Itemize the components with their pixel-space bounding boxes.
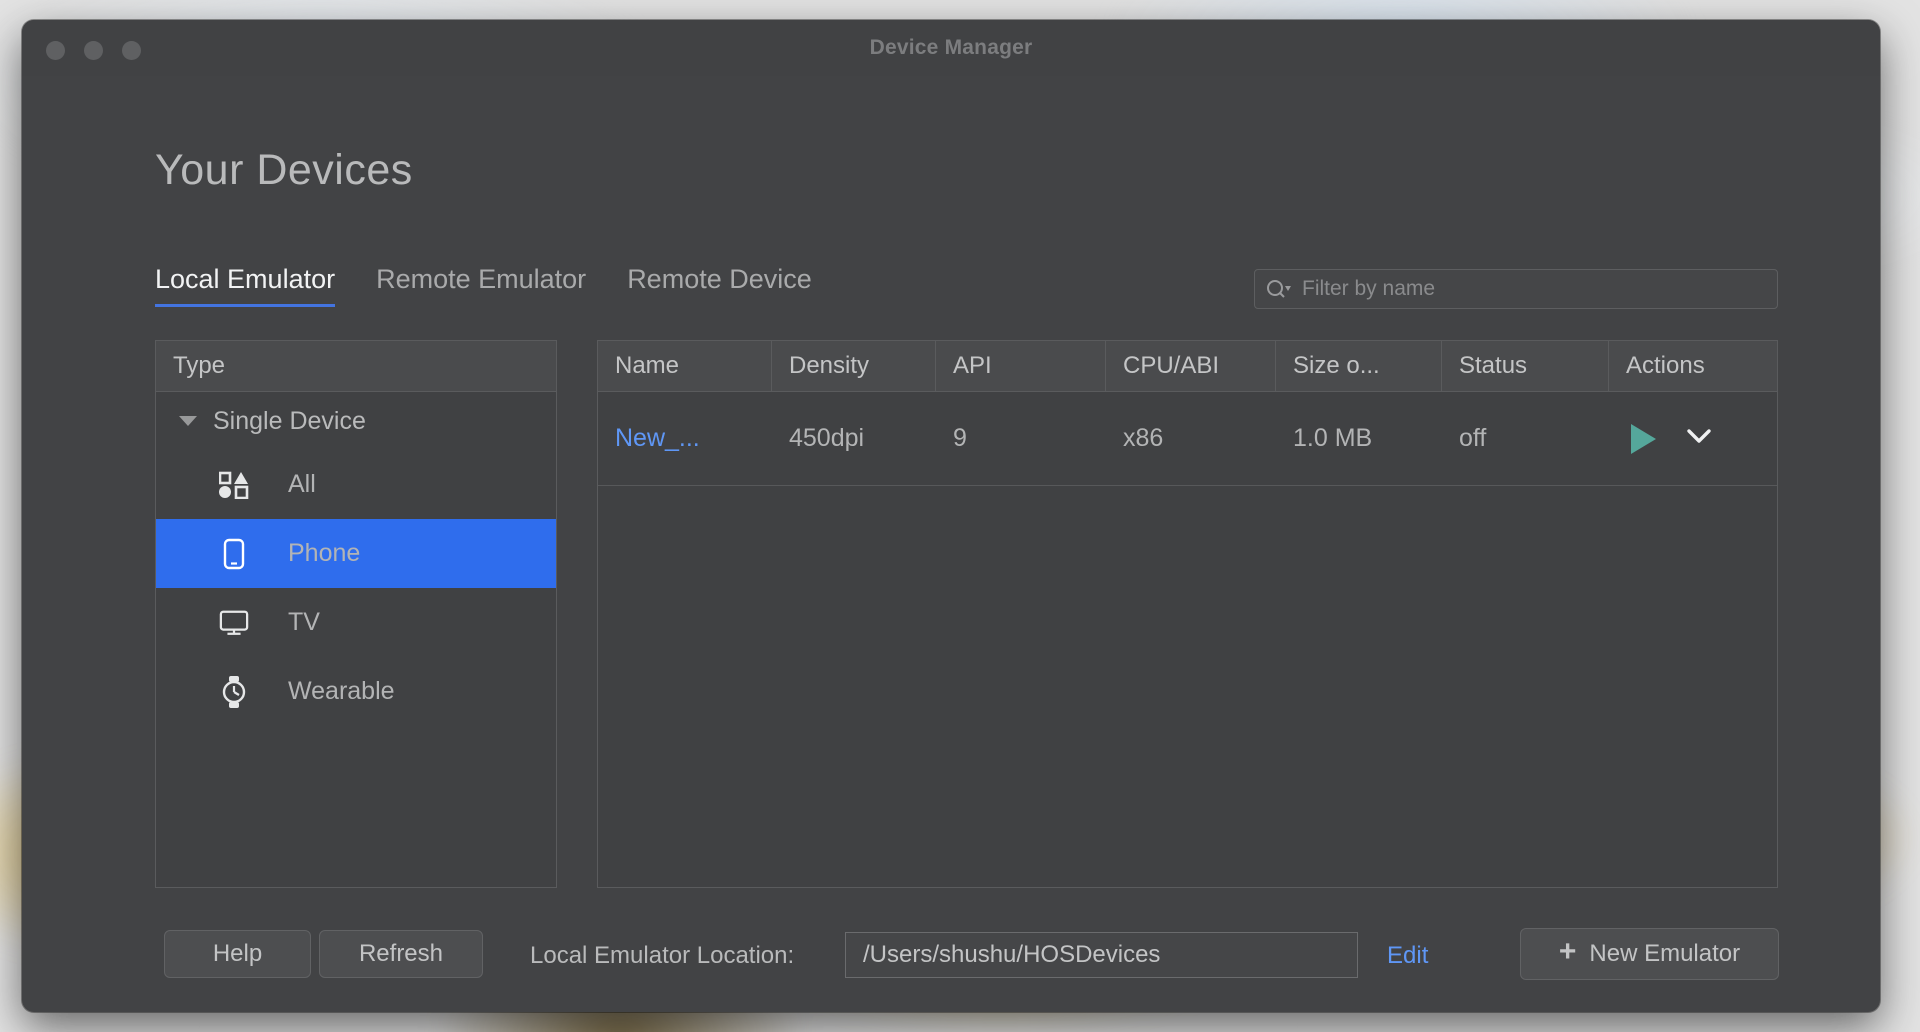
column-header-density[interactable]: Density [772, 341, 936, 391]
type-column-header: Type [156, 341, 556, 392]
column-header-api[interactable]: API [936, 341, 1106, 391]
cell-actions [1609, 423, 1777, 454]
device-type-panel: Type Single Device All Phone TV Wearable [155, 340, 557, 888]
device-manager-window: Device Manager Your Devices Local Emulat… [22, 20, 1880, 1012]
sidebar-item-tv[interactable]: TV [156, 588, 556, 657]
tab-remote-device[interactable]: Remote Device [627, 264, 812, 307]
sidebar-item-label: Phone [288, 539, 361, 567]
sidebar-item-wearable[interactable]: Wearable [156, 657, 556, 726]
column-header-name[interactable]: Name [598, 341, 772, 391]
refresh-button[interactable]: Refresh [319, 930, 483, 978]
table-header-row: Name Density API CPU/ABI Size o... Statu… [598, 341, 1777, 392]
play-icon[interactable] [1631, 423, 1656, 454]
cell-density: 450dpi [789, 424, 865, 452]
cell-api: 9 [953, 424, 967, 452]
column-header-status[interactable]: Status [1442, 341, 1609, 391]
group-single-device[interactable]: Single Device [156, 392, 556, 450]
cell-cpu-abi: x86 [1123, 424, 1164, 452]
sidebar-item-label: TV [288, 608, 320, 636]
cell-status: off [1459, 424, 1487, 452]
cell-size: 1.0 MB [1293, 424, 1373, 452]
tab-local-emulator[interactable]: Local Emulator [155, 264, 336, 307]
new-emulator-label: New Emulator [1589, 940, 1741, 967]
column-header-size[interactable]: Size o... [1276, 341, 1442, 391]
column-header-cpu-abi[interactable]: CPU/ABI [1106, 341, 1276, 391]
page-title: Your Devices [155, 146, 413, 194]
search-input[interactable]: Filter by name [1297, 277, 1435, 301]
table-row[interactable]: New_... 450dpi 9 x86 1.0 MB off [598, 392, 1777, 486]
new-emulator-button[interactable]: + New Emulator [1520, 928, 1779, 980]
group-label: Single Device [213, 406, 366, 435]
watch-icon [219, 675, 249, 708]
filter-search-field[interactable]: Filter by name [1254, 269, 1778, 309]
chevron-down-icon[interactable] [1684, 424, 1714, 453]
location-input[interactable]: /Users/shushu/HOSDevices [845, 932, 1358, 978]
tab-remote-emulator[interactable]: Remote Emulator [376, 264, 586, 307]
search-icon [1265, 278, 1291, 300]
sidebar-item-label: All [288, 470, 316, 498]
phone-icon [219, 538, 249, 569]
help-button[interactable]: Help [164, 930, 311, 978]
sidebar-item-all[interactable]: All [156, 450, 556, 519]
shapes-icon [219, 470, 249, 500]
cell-name[interactable]: New_... [598, 424, 772, 453]
edit-link[interactable]: Edit [1387, 942, 1428, 970]
device-table-panel: Name Density API CPU/ABI Size o... Statu… [597, 340, 1778, 888]
window-title: Device Manager [869, 36, 1033, 59]
desktop-wallpaper: Device Manager Your Devices Local Emulat… [0, 0, 1920, 1032]
tab-bar: Local Emulator Remote Emulator Remote De… [155, 264, 812, 307]
sidebar-item-label: Wearable [288, 677, 395, 705]
location-label: Local Emulator Location: [530, 942, 795, 969]
column-header-actions[interactable]: Actions [1609, 341, 1777, 391]
window-titlebar: Device Manager [22, 20, 1880, 76]
sidebar-item-phone[interactable]: Phone [156, 519, 556, 588]
chevron-down-icon[interactable] [179, 416, 197, 426]
tv-icon [219, 608, 249, 638]
plus-icon: + [1558, 935, 1577, 968]
